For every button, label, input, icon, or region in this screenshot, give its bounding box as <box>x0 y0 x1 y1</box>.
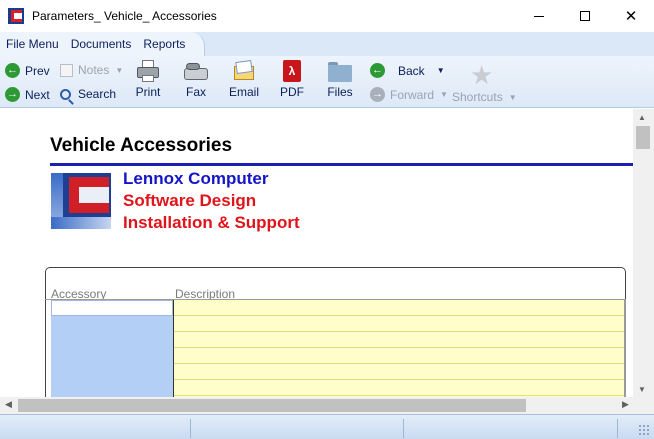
close-icon: ✕ <box>624 7 638 25</box>
minimize-icon <box>534 15 544 17</box>
resize-grip-icon[interactable] <box>638 424 650 436</box>
search-icon <box>60 88 71 100</box>
forward-label: Forward <box>390 87 435 102</box>
shortcuts-label: Shortcuts <box>452 90 503 104</box>
company-logo <box>51 173 111 229</box>
files-label: Files <box>327 85 353 99</box>
vertical-scroll-thumb[interactable] <box>636 126 650 149</box>
back-label: Back <box>398 63 425 78</box>
status-separator <box>617 419 618 438</box>
back-dropdown-icon[interactable]: ▼ <box>437 66 445 75</box>
menu-file[interactable]: File Menu <box>6 37 59 51</box>
status-bar <box>0 414 654 439</box>
maximize-icon <box>580 11 590 21</box>
fax-icon <box>183 60 209 82</box>
notes-button[interactable]: Notes ▼ <box>60 63 123 77</box>
forward-arrow-icon: → <box>370 87 385 102</box>
minimize-button[interactable] <box>516 0 562 32</box>
print-label: Print <box>135 85 161 99</box>
app-logo-icon <box>8 8 24 24</box>
email-label: Email <box>228 85 259 99</box>
forward-button[interactable]: → Forward ▼ <box>370 87 448 102</box>
company-tagline-2: Installation & Support <box>123 213 300 232</box>
search-button[interactable]: Search <box>60 87 116 101</box>
accessory-input[interactable] <box>51 300 173 316</box>
scrollbar-corner <box>633 397 654 414</box>
arrow-right-icon: → <box>5 87 20 102</box>
arrow-left-icon: ← <box>5 63 20 78</box>
menu-reports[interactable]: Reports <box>143 37 185 51</box>
folder-icon <box>328 62 352 82</box>
page-title: Vehicle Accessories <box>50 135 233 156</box>
company-tagline-1: Software Design <box>123 191 257 210</box>
prev-label: Prev <box>25 63 50 78</box>
shortcuts-dropdown-icon: ▼ <box>508 92 517 102</box>
files-button[interactable]: Files <box>320 60 360 99</box>
menu-bar: File Menu Documents Reports <box>0 32 654 56</box>
notes-icon <box>60 63 73 77</box>
next-label: Next <box>25 87 50 102</box>
chevron-down-icon: ▼ <box>115 65 124 75</box>
menu-tab: File Menu Documents Reports <box>0 32 205 56</box>
status-separator <box>403 419 404 438</box>
fax-label: Fax <box>185 85 206 99</box>
scroll-up-icon[interactable]: ▲ <box>638 113 646 122</box>
scroll-left-icon[interactable]: ◀ <box>5 399 12 410</box>
description-column[interactable] <box>174 300 624 397</box>
back-arrow-icon: ← <box>370 63 385 78</box>
document-view: Vehicle Accessories Lennox Computer Soft… <box>0 109 633 397</box>
star-icon: ★ <box>470 60 494 90</box>
pdf-icon: λ <box>283 60 301 82</box>
notes-label: Notes <box>78 63 110 77</box>
pdf-label: PDF <box>280 85 304 99</box>
close-button[interactable]: ✕ <box>608 0 654 32</box>
shortcuts-button[interactable]: Shortcuts ▼ <box>452 90 517 104</box>
horizontal-scrollbar[interactable]: ◀ ▶ <box>0 397 633 414</box>
title-divider <box>50 163 633 166</box>
forward-dropdown-icon: ▼ <box>440 90 448 99</box>
email-button[interactable]: Email <box>224 59 264 99</box>
email-icon <box>233 59 255 82</box>
window-title: Parameters_ Vehicle_ Accessories <box>32 9 217 23</box>
maximize-button[interactable] <box>562 0 608 32</box>
fax-button[interactable]: Fax <box>176 60 216 99</box>
prev-button[interactable]: ← Prev <box>5 63 50 78</box>
back-button[interactable]: ← Back ▼ <box>370 63 445 78</box>
pdf-button[interactable]: λ PDF <box>272 60 312 99</box>
title-bar: Parameters_ Vehicle_ Accessories ✕ <box>0 0 654 32</box>
next-button[interactable]: → Next <box>5 87 50 102</box>
vertical-scrollbar[interactable]: ▲ ▼ <box>633 109 654 397</box>
search-label: Search <box>78 87 117 101</box>
horizontal-scroll-thumb[interactable] <box>18 399 526 412</box>
toolbar: ← Prev → Next Notes ▼ Search Print Fax E… <box>0 56 654 108</box>
printer-icon <box>136 60 160 82</box>
grid-right-edge <box>624 300 626 397</box>
print-button[interactable]: Print <box>128 60 168 99</box>
company-name: Lennox Computer <box>123 169 269 188</box>
scroll-right-icon[interactable]: ▶ <box>622 399 629 410</box>
status-separator <box>190 419 191 438</box>
menu-documents[interactable]: Documents <box>71 37 132 51</box>
scroll-down-icon[interactable]: ▼ <box>638 385 646 394</box>
